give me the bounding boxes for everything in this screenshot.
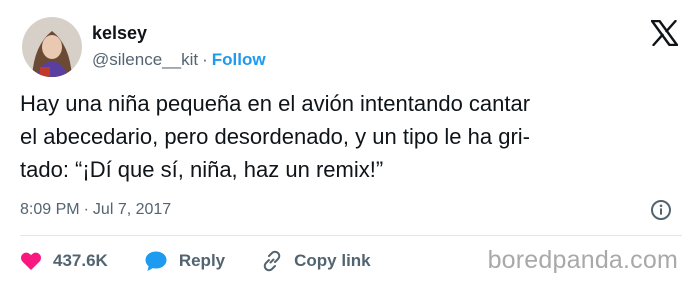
copy-link-button[interactable]: Copy link [261, 250, 371, 272]
reply-button[interactable]: Reply [144, 250, 225, 272]
handle-row: @silence__kit · Follow [92, 49, 266, 71]
avatar[interactable] [22, 17, 82, 77]
tweet-timestamp[interactable]: 8:09 PM · Jul 7, 2017 [20, 199, 171, 221]
tweet-time: 8:09 PM [20, 201, 80, 218]
watermark: boredpanda.com [487, 246, 678, 274]
action-bar: 437.6K Reply Copy link [20, 244, 407, 278]
reply-bubble-icon [145, 251, 167, 271]
tweet-line: el abecedario, pero desordenado, y un ti… [20, 124, 531, 149]
handle-separator: · [202, 50, 208, 69]
link-icon [263, 250, 281, 272]
x-logo-icon[interactable] [650, 19, 679, 47]
heart-icon [21, 252, 41, 270]
follow-button[interactable]: Follow [212, 50, 266, 69]
timestamp-separator: · [83, 201, 89, 218]
author-block: kelsey @silence__kit · Follow [92, 22, 266, 71]
tweet-line: Hay una niña pequeña en el avión intenta… [20, 91, 531, 116]
copy-link-label: Copy link [294, 251, 371, 270]
divider [20, 235, 682, 236]
like-button[interactable]: 437.6K [20, 251, 108, 271]
tweet-date: Jul 7, 2017 [92, 201, 172, 218]
info-icon[interactable] [650, 199, 672, 221]
display-name[interactable]: kelsey [92, 22, 266, 44]
tweet-line: tado: “¡Dí que sí, niña, haz un remix!” [20, 157, 384, 182]
reply-label: Reply [178, 251, 226, 270]
handle[interactable]: @silence__kit [92, 50, 198, 69]
like-count: 437.6K [53, 251, 108, 270]
tweet-text: Hay una niña pequeña en el avión intenta… [20, 87, 682, 186]
